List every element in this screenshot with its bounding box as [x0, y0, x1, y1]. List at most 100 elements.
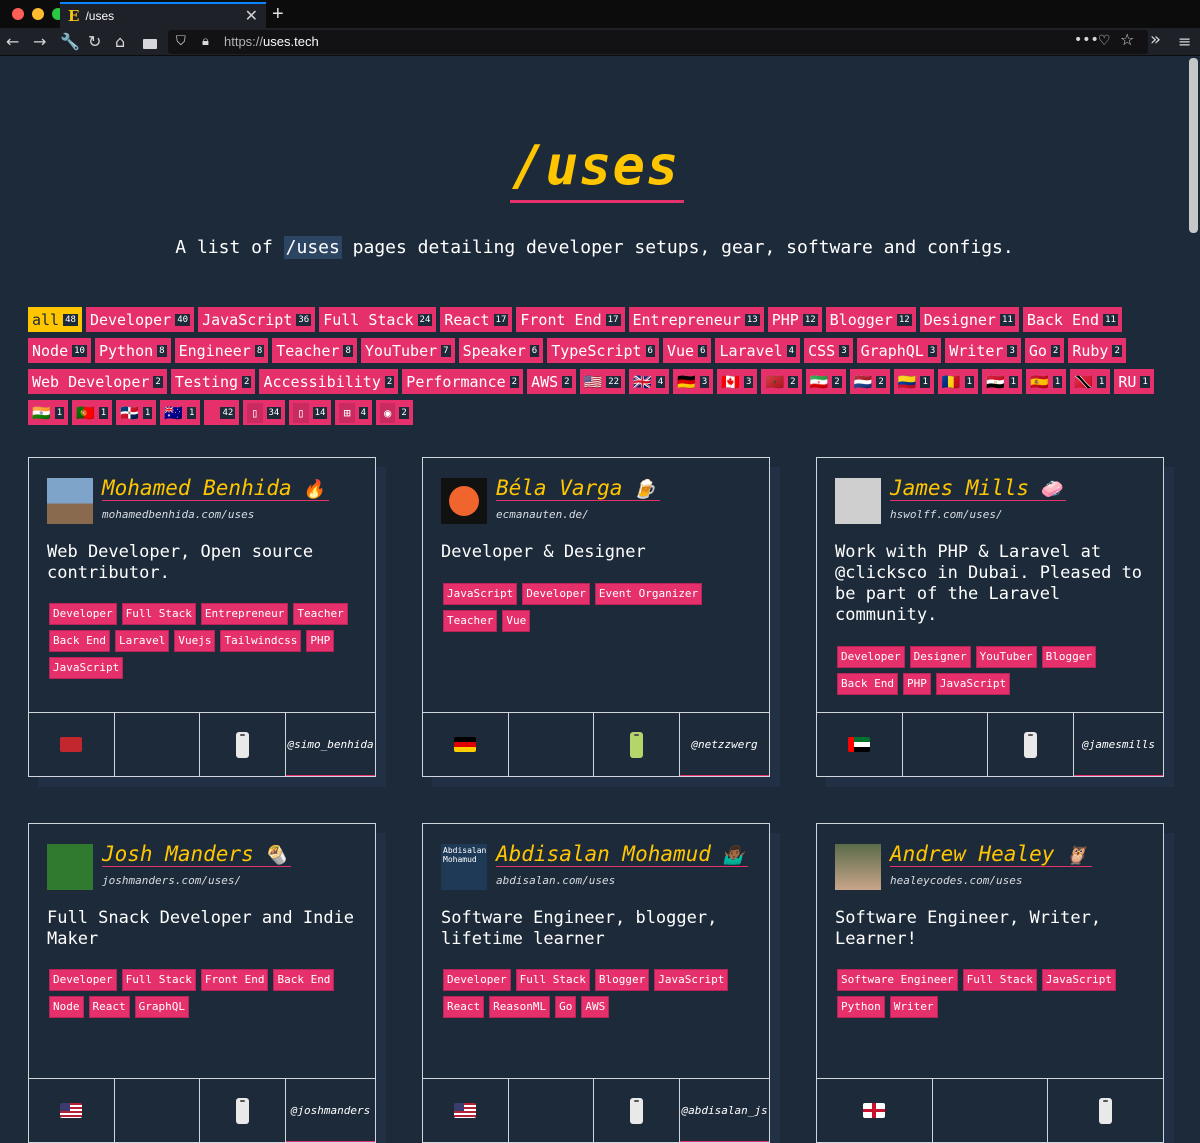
filter-tag[interactable]: TypeScript 6 [547, 338, 659, 363]
wrench-icon[interactable]: 🔧 [60, 32, 80, 52]
filter-tag[interactable]: Teacher 8 [272, 338, 357, 363]
person-name-link[interactable]: Josh Manders 🌯 [102, 842, 291, 867]
bookmark-star-icon[interactable]: ☆ [1120, 30, 1134, 50]
filter-tag[interactable]: 🇹🇹 1 [1070, 369, 1111, 394]
uses-url-link[interactable]: abdisalan.com/uses [496, 874, 615, 887]
filter-tag[interactable]: 🇪🇸 1 [1026, 369, 1067, 394]
filter-tag[interactable]: Engineer 8 [174, 338, 269, 363]
uses-url-link[interactable]: healeycodes.com/uses [890, 874, 1022, 887]
minimize-window-icon[interactable] [32, 8, 44, 20]
uses-url-link[interactable]: ecmanauten.de/ [496, 508, 589, 521]
twitter-handle-link[interactable]: @jamesmills [1074, 713, 1163, 776]
favicon-icon: E [68, 7, 80, 25]
uses-url-link[interactable]: mohamedbenhida.com/uses [102, 508, 254, 521]
filter-tag[interactable]: 🇨🇦 3 [717, 369, 758, 394]
filter-tag[interactable]: Python 8 [94, 338, 171, 363]
new-tab-icon[interactable]: + [272, 3, 284, 26]
filter-tag-count: 24 [417, 313, 433, 326]
uses-url-link[interactable]: hswolff.com/uses/ [890, 508, 1003, 521]
filter-tag[interactable]: Developer 40 [85, 307, 195, 332]
twitter-handle-link[interactable]: @joshmanders [286, 1079, 375, 1142]
person-tags: Developer Full Stack Entrepreneur Teacher Ba… [49, 603, 359, 679]
url-bar[interactable]: ⛉ 🔒︎ https://uses.tech ••• ♡ ☆ [168, 30, 1148, 54]
filter-tag[interactable]: AWS 2 [527, 369, 576, 394]
filter-tag[interactable]: 🇩🇪 3 [673, 369, 714, 394]
filter-tag[interactable]: Front End 17 [516, 307, 625, 332]
filter-tag-count: 3 [839, 344, 849, 357]
filter-tag[interactable]: React 17 [440, 307, 513, 332]
filter-tag[interactable]: 42 [204, 400, 240, 425]
filter-tag[interactable]: ◉ 2 [376, 400, 413, 425]
filter-tag[interactable]: RU 1 [1114, 369, 1154, 394]
ir-flag-icon: 🇮🇷 [809, 372, 829, 391]
overflow-chevron-icon[interactable]: » [1150, 30, 1161, 50]
filter-tag[interactable]: Accessibility 2 [259, 369, 399, 394]
filter-tag[interactable]: Web Developer 2 [28, 369, 167, 394]
filter-tag[interactable]: CSS 3 [804, 338, 853, 363]
filter-tag[interactable]: 🇬🇧 4 [629, 369, 670, 394]
close-tab-icon[interactable]: ✕ [245, 6, 258, 26]
filter-tag[interactable]: Ruby 2 [1068, 338, 1126, 363]
filter-tag[interactable]: Back End 11 [1022, 307, 1122, 332]
filter-tag[interactable]: Speaker 6 [458, 338, 544, 363]
filter-tag[interactable]: PHP 12 [767, 307, 822, 332]
filter-tag[interactable]: Node 10 [28, 338, 91, 363]
menu-icon[interactable]: ≡ [1178, 32, 1191, 52]
filter-tag[interactable]: Vue 6 [662, 338, 712, 363]
card-footer: @joshmanders [29, 1078, 375, 1142]
person-name-link[interactable]: James Mills 🧼 [890, 476, 1067, 501]
filter-tag[interactable]: Designer 11 [919, 307, 1019, 332]
person-name-link[interactable]: Mohamed Benhida 🔥 [102, 476, 329, 501]
filter-tag[interactable]: 🇮🇳 1 [28, 400, 69, 425]
twitter-handle-link[interactable]: @abdisalan_js [680, 1079, 769, 1142]
screenshot-icon[interactable] [143, 34, 157, 54]
filter-tag[interactable]: Full Stack 24 [319, 307, 437, 332]
filter-tag[interactable]: 🇷🇴 1 [937, 369, 978, 394]
twitter-handle-link[interactable]: @netzzwerg [680, 713, 769, 776]
uses-url-link[interactable]: joshmanders.com/uses/ [102, 874, 241, 887]
filter-tag[interactable]: ▯ 14 [289, 400, 332, 425]
pocket-icon[interactable]: ♡ [1098, 31, 1111, 51]
reload-icon[interactable]: ↻ [88, 32, 101, 52]
filter-tag[interactable]: 🇩🇴 1 [116, 400, 157, 425]
home-icon[interactable]: ⌂ [115, 32, 125, 52]
filter-tag-count: 22 [606, 375, 622, 388]
us-flag-icon [60, 1103, 83, 1118]
filter-tag-count: 17 [605, 313, 621, 326]
person-name-link[interactable]: Abdisalan Mohamud 🤷🏾‍♂️ [496, 842, 749, 867]
filter-tag[interactable]: all 48 [28, 307, 82, 332]
shield-icon[interactable]: ⛉ [176, 32, 186, 52]
filter-tag[interactable]: Testing 2 [170, 369, 256, 394]
filter-tag[interactable]: GraphQL 3 [856, 338, 942, 363]
filter-tag[interactable]: 🇮🇷 2 [805, 369, 846, 394]
close-window-icon[interactable] [12, 8, 24, 20]
filter-tag[interactable]: Entrepreneur 13 [628, 307, 764, 332]
more-icon[interactable]: ••• [1074, 30, 1099, 50]
person-name-link[interactable]: Béla Varga 🍺 [496, 476, 660, 501]
filter-tag[interactable]: YouTuber 7 [360, 338, 455, 363]
filter-tag[interactable]: 🇪🇬 1 [981, 369, 1023, 394]
filter-tag[interactable]: Go 2 [1024, 338, 1065, 363]
browser-tab[interactable]: E /uses ✕ [60, 2, 266, 28]
url-text[interactable]: https://uses.tech [224, 34, 319, 49]
logo-icon [449, 486, 479, 516]
filter-tag[interactable]: 🇲🇦 2 [761, 369, 802, 394]
filter-tag[interactable]: ▯ 34 [243, 400, 286, 425]
filter-tag[interactable]: Performance 2 [402, 369, 524, 394]
back-icon[interactable]: ← [6, 32, 19, 52]
filter-tag[interactable]: 🇦🇺 1 [160, 400, 201, 425]
filter-tag-label: YouTuber [364, 341, 438, 360]
person-name-link[interactable]: Andrew Healey 🦉 [890, 842, 1092, 867]
filter-tag[interactable]: JavaScript 36 [198, 307, 316, 332]
filter-tag[interactable]: Laravel 4 [715, 338, 801, 363]
person-tag: Entrepreneur [200, 603, 289, 625]
filter-tag[interactable]: 🇳🇱 2 [849, 369, 890, 394]
filter-tag[interactable]: 🇺🇸 22 [579, 369, 626, 394]
forward-icon[interactable]: → [33, 32, 46, 52]
filter-tag[interactable]: 🇵🇹 1 [72, 400, 113, 425]
filter-tag[interactable]: Blogger 12 [825, 307, 916, 332]
filter-tag[interactable]: ⊞ 4 [335, 400, 373, 425]
twitter-handle-link[interactable]: @simo_benhida [286, 713, 375, 776]
filter-tag[interactable]: 🇨🇴 1 [893, 369, 934, 394]
filter-tag[interactable]: Writer 3 [945, 338, 1021, 363]
